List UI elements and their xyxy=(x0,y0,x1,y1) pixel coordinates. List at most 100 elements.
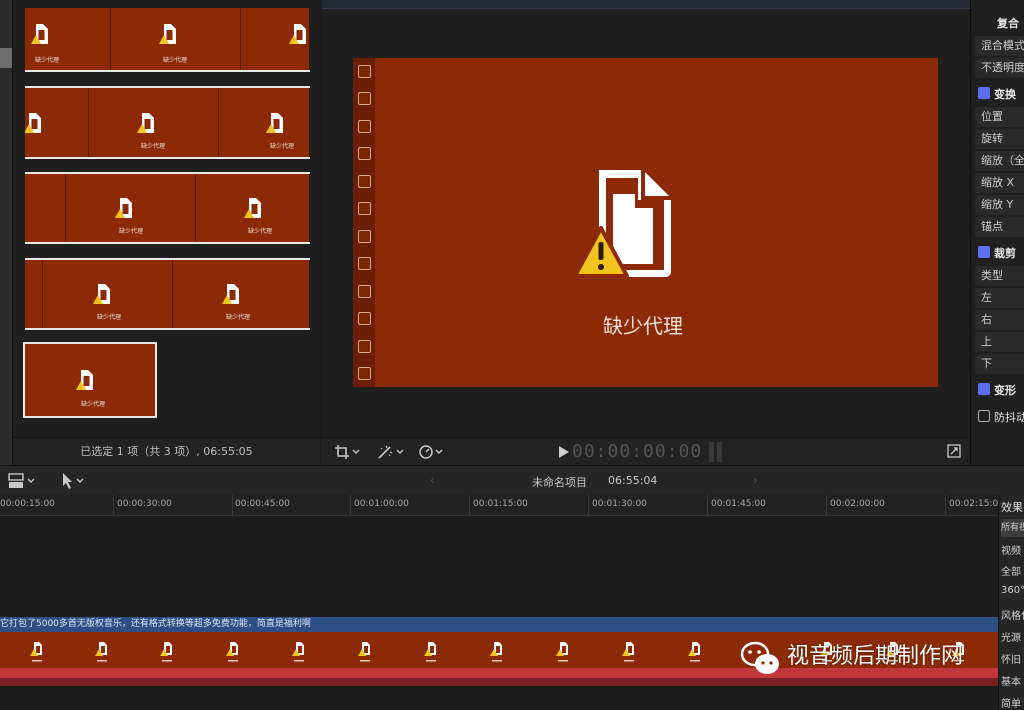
crop-label: 裁剪 xyxy=(994,247,1016,260)
viewer-timecode: 00:00:00:00 xyxy=(572,441,703,462)
missing-proxy-icon xyxy=(93,284,110,304)
crop-tool-button[interactable] xyxy=(334,444,362,464)
missing-proxy-icon xyxy=(573,170,671,278)
anchor-row[interactable]: 锚点 xyxy=(975,217,1024,237)
effects-category[interactable]: 简单 xyxy=(1001,695,1024,710)
timeline-ruler[interactable]: 00:00:15:00 00:00:30:00 00:00:45:00 00:0… xyxy=(0,495,1004,516)
effects-category[interactable]: 基本 xyxy=(1001,673,1024,688)
chevron-left-icon[interactable]: ‹ xyxy=(430,473,435,487)
rotation-row[interactable]: 旋转 xyxy=(975,129,1024,149)
composite-section-header[interactable]: 复合 xyxy=(997,15,1024,33)
wechat-icon xyxy=(740,641,779,674)
effects-category[interactable]: 360° xyxy=(1001,585,1024,596)
audio-meter xyxy=(708,442,724,466)
arrow-pointer-icon xyxy=(63,473,84,489)
effects-category[interactable]: 所有视频和音频 xyxy=(1001,519,1024,537)
missing-proxy-icon xyxy=(115,198,132,218)
row-divider xyxy=(25,172,310,174)
ruler-tick: 00:00:30:00 xyxy=(117,499,172,509)
sidebar-toolstrip xyxy=(0,0,13,465)
row-divider xyxy=(25,242,310,244)
clip-appearance-button[interactable] xyxy=(8,473,38,493)
missing-proxy-label: 缺少代理 xyxy=(603,314,683,338)
missing-proxy-icon xyxy=(31,24,48,44)
missing-proxy-icon xyxy=(289,24,306,44)
position-row[interactable]: 位置 xyxy=(975,107,1024,127)
fullscreen-button[interactable] xyxy=(947,444,961,462)
magic-wand-icon xyxy=(378,445,404,459)
sidebar-selection-handle[interactable] xyxy=(0,48,12,68)
scale-all-row[interactable]: 缩放（全部） xyxy=(975,151,1024,171)
thumb-label: 缺少代理 xyxy=(35,57,60,64)
scale-x-row[interactable]: 缩放 X xyxy=(975,173,1024,193)
effects-category[interactable]: 怀旧 xyxy=(1001,651,1024,666)
thumb-label: 缺少代理 xyxy=(81,401,106,408)
missing-proxy-icon xyxy=(159,24,176,44)
enhance-tool-button[interactable] xyxy=(377,444,407,464)
thumb-label: 缺少代理 xyxy=(141,143,166,150)
row-divider xyxy=(25,157,310,159)
checkbox-icon[interactable] xyxy=(978,410,990,422)
checkbox-icon[interactable] xyxy=(978,383,990,395)
ruler-tick: 00:02:00:00 xyxy=(830,499,885,509)
ruler-tick: 00:01:45:00 xyxy=(711,499,766,509)
crop-top-row[interactable]: 上 xyxy=(975,332,1024,352)
crop-type-row[interactable]: 类型 xyxy=(975,266,1024,286)
blend-mode-row[interactable]: 混合模式 xyxy=(975,36,1024,56)
missing-proxy-icon xyxy=(76,370,93,390)
speedometer-icon xyxy=(419,445,443,459)
chevron-right-icon[interactable]: › xyxy=(753,473,758,487)
missing-proxy-icon xyxy=(25,113,41,133)
thumb-label: 缺少代理 xyxy=(226,314,251,321)
row-divider xyxy=(25,258,310,260)
browser-filmstrip-row[interactable]: 缺少代理 缺少代理 xyxy=(25,88,309,157)
select-tool-button[interactable] xyxy=(60,472,88,494)
filmstrip-view-icon xyxy=(8,473,35,488)
thumb-label: 缺少代理 xyxy=(270,143,295,150)
crop-bottom-row[interactable]: 下 xyxy=(975,354,1024,374)
watermark-text: 视音频后期制作网 xyxy=(787,644,964,669)
ruler-tick: 00:00:15:00 xyxy=(0,499,55,509)
stabilize-section-header[interactable]: 防抖动 xyxy=(978,409,1024,427)
ruler-tick: 00:02:15:00 xyxy=(949,499,1004,509)
browser-filmstrip-row[interactable]: 缺少代理 缺少代理 xyxy=(25,8,309,70)
transform-label: 变换 xyxy=(994,88,1016,101)
effects-category[interactable]: 光源 xyxy=(1001,629,1024,644)
viewer-frame[interactable]: 缺少代理 xyxy=(353,58,938,387)
crop-icon xyxy=(335,445,360,459)
clip-audio-waveform xyxy=(0,678,998,686)
browser-filmstrip-row[interactable]: 缺少代理 缺少代理 xyxy=(25,174,309,242)
effects-category[interactable]: 全部 xyxy=(1001,563,1024,578)
row-divider xyxy=(25,86,310,88)
thumb-label: 缺少代理 xyxy=(248,228,273,235)
thumb-label: 缺少代理 xyxy=(97,314,122,321)
crop-section-header[interactable]: 裁剪 xyxy=(978,245,1024,263)
checkbox-icon[interactable] xyxy=(978,87,990,99)
opacity-row[interactable]: 不透明度 xyxy=(975,58,1024,78)
play-icon xyxy=(559,446,569,458)
distort-section-header[interactable]: 变形 xyxy=(978,382,1024,400)
browser-selection-status: 已选定 1 项（共 3 项）, 06:55:05 xyxy=(13,437,320,466)
effects-category[interactable]: 风格化 xyxy=(1001,607,1024,622)
missing-proxy-icon xyxy=(137,113,154,133)
ruler-tick: 00:01:15:00 xyxy=(473,499,528,509)
music-clip[interactable]: 它打包了5000多首无版权音乐，还有格式转换等超多免费功能，简直是福利啊 xyxy=(0,617,998,632)
crop-left-row[interactable]: 左 xyxy=(975,288,1024,308)
browser-filmstrip-row[interactable]: 缺少代理 缺少代理 xyxy=(25,260,309,328)
ruler-tick: 00:01:30:00 xyxy=(592,499,647,509)
ruler-tick: 00:00:45:00 xyxy=(235,499,290,509)
ruler-tick: 00:01:00:00 xyxy=(354,499,409,509)
crop-right-row[interactable]: 右 xyxy=(975,310,1024,330)
row-divider xyxy=(25,328,310,330)
retime-button[interactable] xyxy=(418,444,446,464)
play-button[interactable] xyxy=(558,445,570,463)
transform-section-header[interactable]: 变换 xyxy=(978,86,1024,104)
viewer-top-bar xyxy=(322,0,970,9)
film-sprocket-strip xyxy=(353,58,375,387)
browser-clip-selected[interactable]: 缺少代理 xyxy=(23,342,157,418)
stabilize-label: 防抖动 xyxy=(994,411,1024,424)
project-duration: 06:55:04 xyxy=(608,474,658,487)
scale-y-row[interactable]: 缩放 Y xyxy=(975,195,1024,215)
checkbox-icon[interactable] xyxy=(978,246,990,258)
effects-category[interactable]: 视频 xyxy=(1001,542,1024,557)
